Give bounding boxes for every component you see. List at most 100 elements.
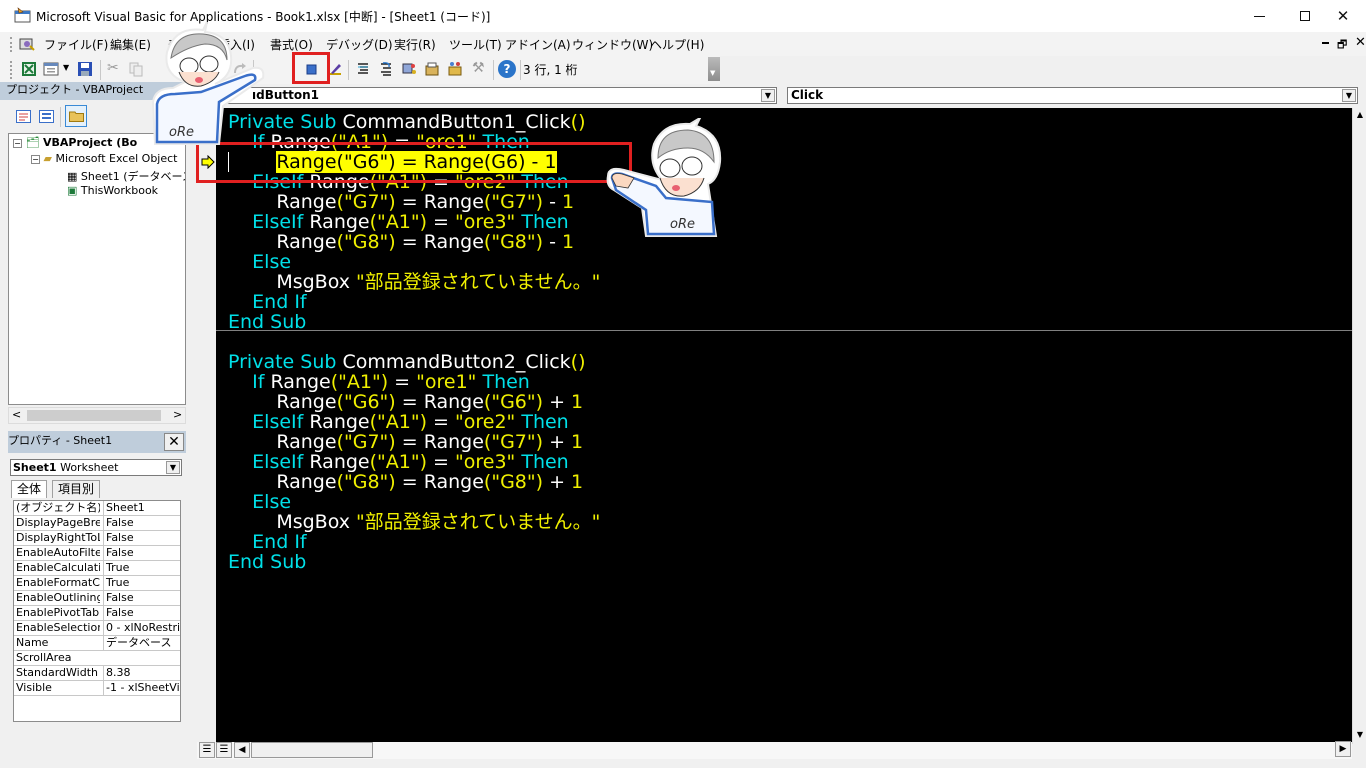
scroll-up-button[interactable]: ▲	[1353, 108, 1366, 122]
property-row[interactable]: EnableOutlining False	[14, 591, 180, 606]
properties-icon[interactable]	[378, 61, 394, 77]
property-value[interactable]: False	[103, 546, 180, 560]
property-value[interactable]: データベース	[103, 636, 180, 650]
view-object-icon[interactable]	[39, 110, 54, 123]
properties-close-button[interactable]: ✕	[164, 433, 184, 451]
mdi-minimize-button[interactable]	[1322, 42, 1329, 44]
scroll-right-button[interactable]: ▶	[1335, 741, 1351, 757]
menu-view[interactable]: 表示(V)	[168, 36, 210, 53]
chevron-left-icon: ◀	[238, 745, 246, 755]
collapse-icon[interactable]: −	[31, 155, 40, 164]
property-row[interactable]: EnableSelection0 - xlNoRestrictions	[14, 621, 180, 636]
wrench-icon[interactable]: ⚒	[472, 60, 488, 76]
collapse-icon[interactable]: −	[13, 139, 22, 148]
menu-run[interactable]: 実行(R)	[394, 36, 436, 53]
help-button[interactable]: ?	[498, 60, 516, 78]
property-value[interactable]: -1 - xlSheetVisible	[103, 681, 180, 695]
property-value[interactable]: False	[103, 516, 180, 530]
menu-tools[interactable]: ツール(T)	[449, 36, 502, 53]
minimize-button[interactable]	[1236, 0, 1282, 32]
insert-userform-icon[interactable]	[43, 61, 59, 77]
margin-indicator-bar[interactable]	[197, 108, 216, 742]
property-row[interactable]: EnableAutoFilter False	[14, 546, 180, 561]
menu-help[interactable]: ヘルプ(H)	[650, 36, 704, 53]
object-selector[interactable]: Sheet1 Worksheet	[10, 459, 182, 476]
cut-icon[interactable]: ✂	[107, 60, 123, 76]
property-row[interactable]: (オブジェクト名) Sheet1	[14, 501, 180, 516]
object-combo-dropdown[interactable]: ▼	[761, 89, 775, 102]
property-row[interactable]: StandardWidth 8.38	[14, 666, 180, 681]
menu-addins[interactable]: アドイン(A)	[505, 36, 571, 53]
property-value[interactable]: 0 - xlNoRestrictions	[103, 621, 180, 635]
property-value[interactable]: False	[103, 591, 180, 605]
code-text: =	[395, 431, 424, 453]
property-row[interactable]: EnableFormatConditionsCalculationTrue	[14, 576, 180, 591]
tree-item-thisworkbook[interactable]: ▣ ThisWorkbook	[67, 184, 158, 197]
save-icon[interactable]	[77, 61, 93, 77]
scroll-left-button[interactable]: ◀	[234, 742, 250, 758]
property-row[interactable]: Visible -1 - xlSheetVisible	[14, 681, 180, 696]
property-value[interactable]: False	[103, 531, 180, 545]
property-row[interactable]: EnablePivotTable False	[14, 606, 180, 621]
code-literal: "部品登録されていません。"	[356, 511, 601, 533]
full-module-view-button[interactable]: ☰	[216, 742, 232, 758]
code-window-icon[interactable]	[18, 36, 36, 52]
scroll-down-button[interactable]: ▼	[1353, 728, 1366, 742]
property-value[interactable]: 8.38	[103, 666, 180, 680]
property-value[interactable]: True	[103, 561, 180, 575]
menu-edit[interactable]: 編集(E)	[110, 36, 151, 53]
toolbox-icon[interactable]	[424, 61, 440, 77]
tab-categorized[interactable]: 項目別	[52, 480, 101, 498]
menubar-grip[interactable]	[10, 37, 13, 52]
tab-alphabetic[interactable]: 全体	[11, 480, 48, 498]
property-value[interactable]: False	[103, 606, 180, 620]
object-selector-dropdown[interactable]: ▼	[166, 461, 180, 474]
object-combo[interactable]: ıdButton1	[217, 87, 777, 104]
code-vertical-scrollbar[interactable]: ▲ ▼	[1352, 108, 1366, 744]
scroll-thumb[interactable]	[251, 742, 373, 758]
mdi-restore-button[interactable]: 🗗	[1337, 36, 1347, 55]
tree-item-sheet1[interactable]: ▦ Sheet1 (データベース	[67, 168, 185, 184]
property-row[interactable]: ScrollArea	[14, 651, 180, 666]
property-row[interactable]: DisplayPageBreaksFalse	[14, 516, 180, 531]
code-editor[interactable]: Private Sub CommandButton1_Click() If Ra…	[216, 108, 1352, 742]
toggle-folders-button[interactable]	[65, 105, 87, 127]
toolbar-overflow-button[interactable]: ▼	[708, 57, 720, 81]
code-keyword: ElseIf	[252, 411, 310, 433]
code-line: Range("G8") = Range("G8") + 1	[228, 472, 583, 492]
reset-button-highlight	[292, 52, 330, 84]
project-explorer-icon[interactable]	[355, 61, 371, 77]
property-row[interactable]: Name データベース	[14, 636, 180, 651]
scroll-left-icon[interactable]: <	[12, 408, 21, 421]
mdi-close-button[interactable]: ✕	[1355, 35, 1366, 50]
object-browser-icon[interactable]	[401, 61, 417, 77]
procedure-combo-dropdown[interactable]: ▼	[1342, 89, 1356, 102]
procedure-combo[interactable]: Click	[787, 87, 1358, 104]
menu-file[interactable]: ファイル(F)	[44, 36, 108, 53]
redo-icon[interactable]	[232, 61, 248, 77]
excel-icon[interactable]	[21, 61, 37, 77]
scroll-right-icon[interactable]: >	[173, 408, 182, 421]
tools-icon[interactable]	[447, 61, 463, 77]
code-horizontal-scrollbar[interactable]: ☰ ☰ ◀ ▶	[197, 741, 1352, 759]
menu-debug[interactable]: デバッグ(D)	[326, 36, 393, 53]
copy-icon[interactable]	[128, 61, 144, 77]
property-row[interactable]: EnableCalculationTrue	[14, 561, 180, 576]
project-horizontal-scrollbar[interactable]: < >	[8, 407, 186, 424]
property-value[interactable]: Sheet1	[103, 501, 180, 515]
tree-item-vbaproject[interactable]: − 🗂 VBAProject (Bo	[13, 136, 137, 149]
insert-dropdown-arrow[interactable]: ▼	[63, 63, 69, 72]
procedure-view-button[interactable]: ☰	[199, 742, 215, 758]
view-code-icon[interactable]	[16, 110, 31, 123]
close-window-button[interactable]: ✕	[1320, 0, 1366, 32]
menu-format[interactable]: 書式(O)	[270, 36, 313, 53]
property-value[interactable]: True	[103, 576, 180, 590]
menu-insert[interactable]: 挿入(I)	[218, 36, 255, 53]
tree-item-label: Microsoft Excel Object	[55, 152, 178, 165]
menu-window[interactable]: ウィンドウ(W)	[572, 36, 653, 53]
scroll-thumb[interactable]	[27, 410, 161, 421]
property-row[interactable]: DisplayRightToLeftFalse	[14, 531, 180, 546]
toolbar-grip[interactable]	[10, 61, 13, 79]
tree-item-excel-objects[interactable]: − ▰ Microsoft Excel Object	[31, 152, 177, 165]
